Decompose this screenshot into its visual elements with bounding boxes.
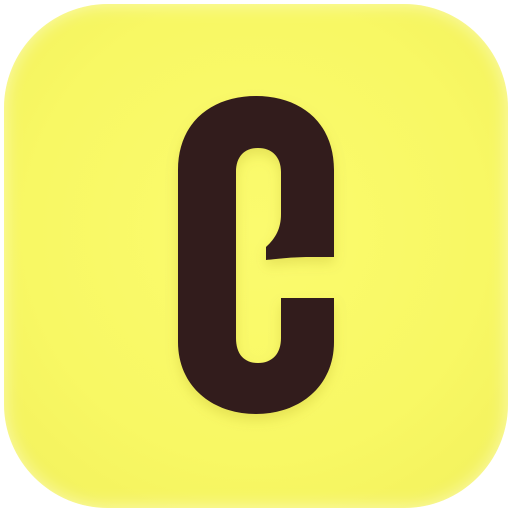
icon-canvas (0, 0, 512, 512)
c-logo-shape (178, 96, 334, 414)
c-logo-icon (178, 96, 334, 414)
